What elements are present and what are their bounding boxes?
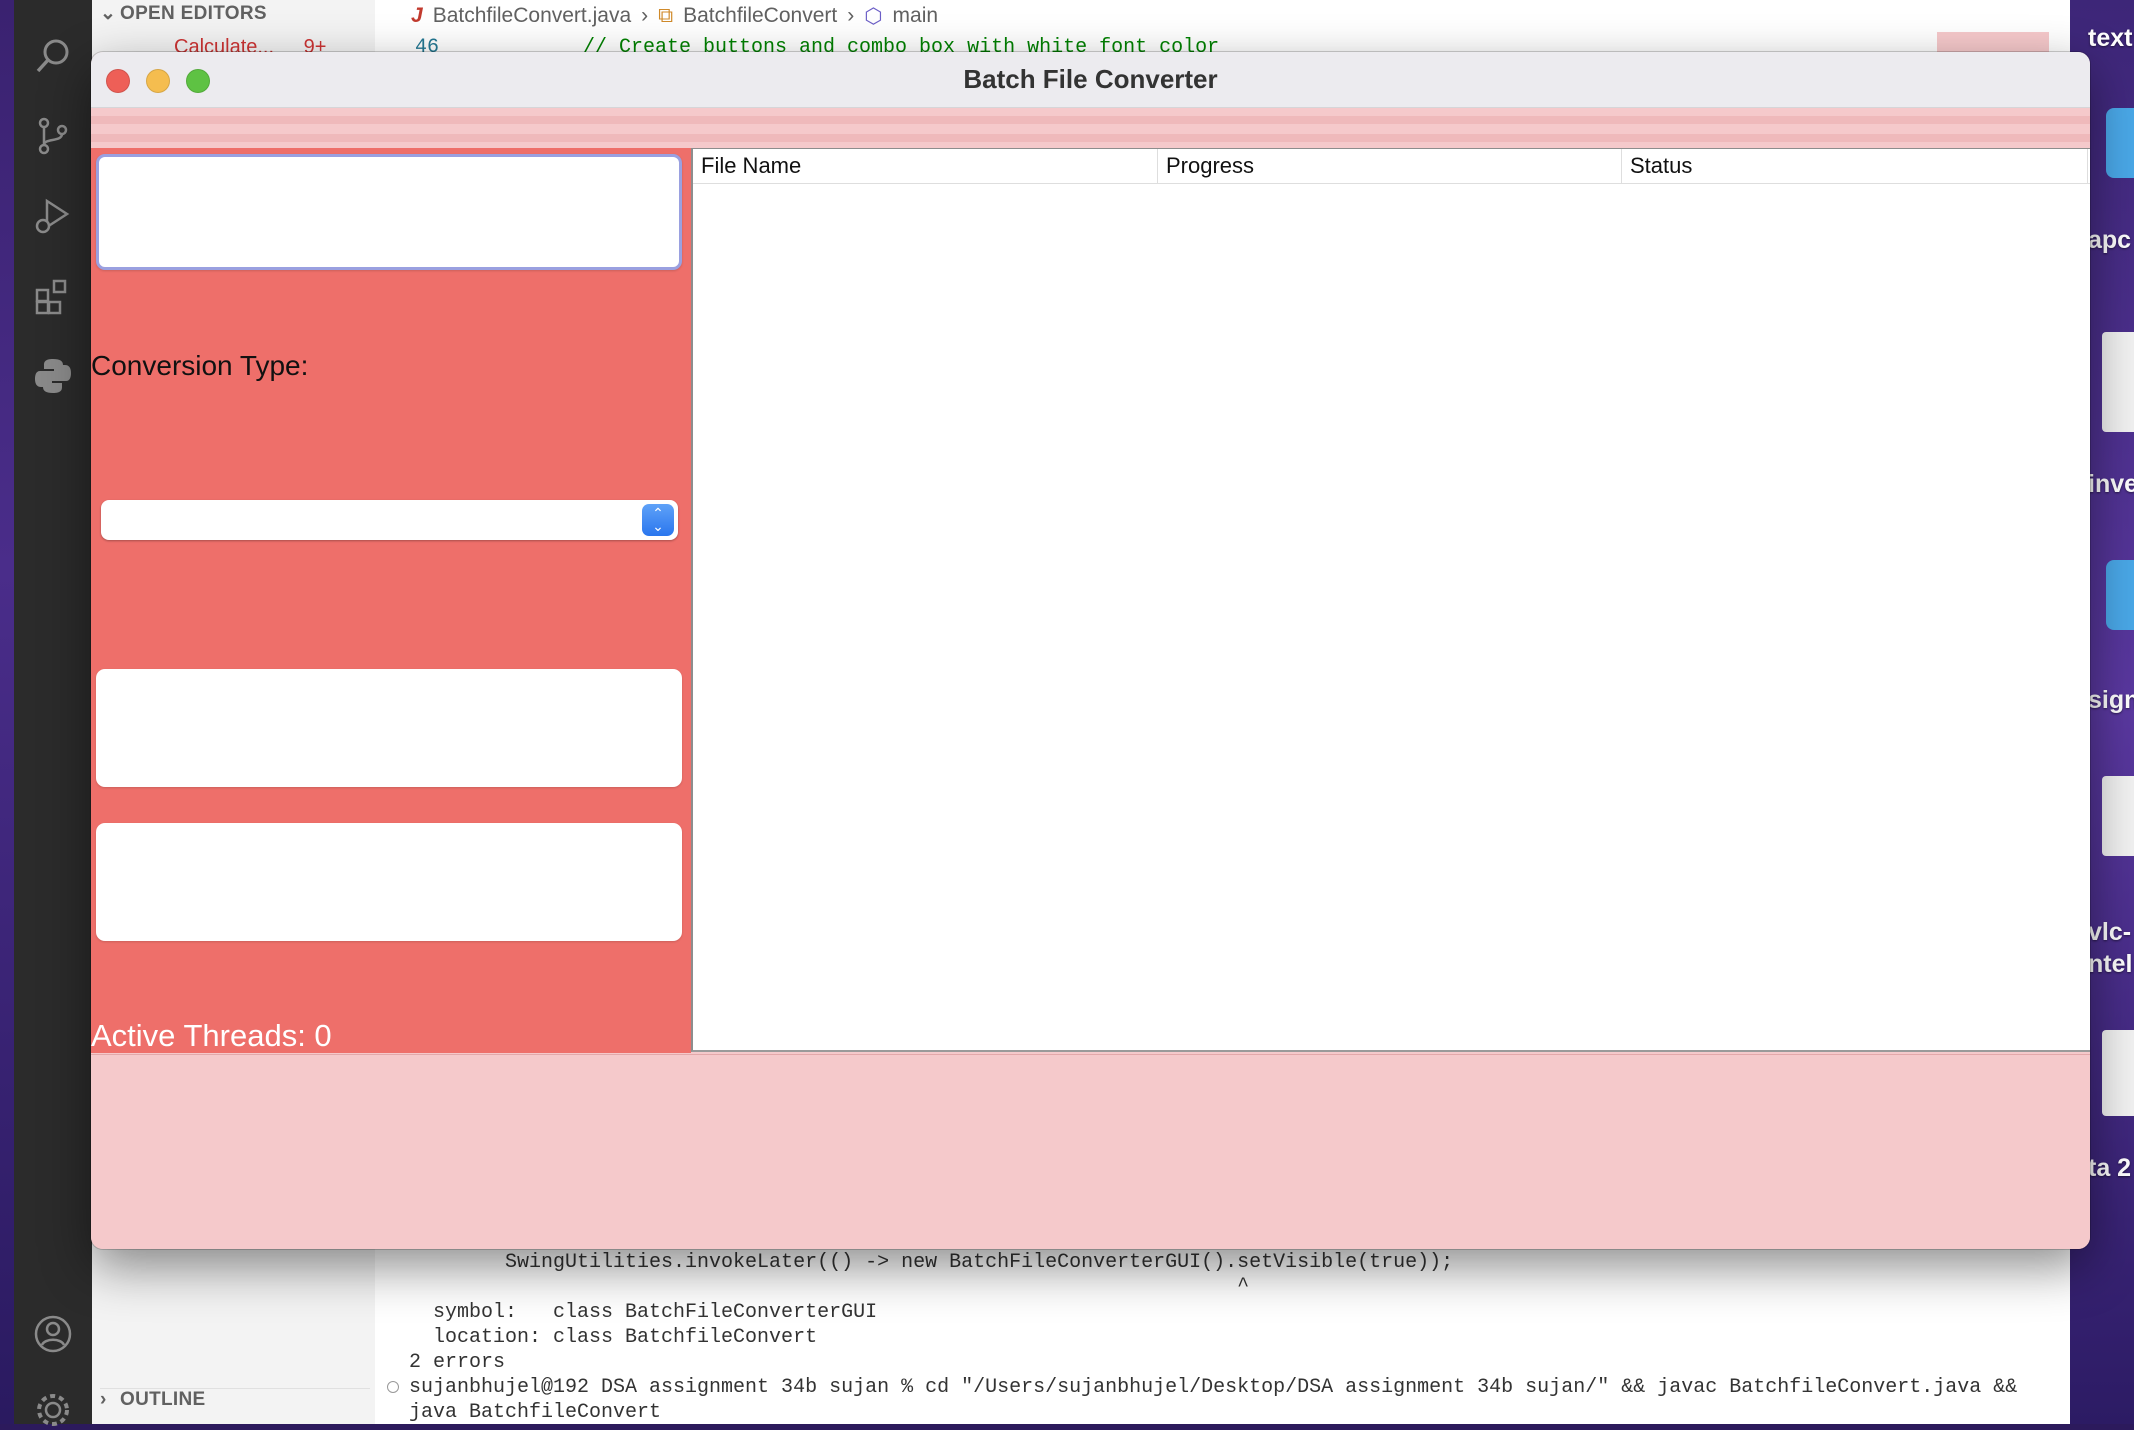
chevron-right-icon: › [100, 1389, 107, 1410]
column-header-file-name[interactable]: File Name [693, 149, 1158, 183]
class-icon: ⧉ [658, 4, 674, 27]
document-icon[interactable] [2102, 332, 2134, 432]
dropdown-stepper-icon[interactable]: ⌃ ⌄ [642, 504, 674, 536]
java-file-icon: J [411, 4, 423, 27]
folder-icon[interactable] [2106, 560, 2134, 630]
python-icon[interactable] [33, 356, 73, 396]
batch-file-converter-window: Batch File Converter Conversion Type: ⌃ ⌄… [91, 52, 2090, 1249]
minimap[interactable] [1937, 32, 2049, 52]
table-header: File Name Progress Status [693, 149, 2090, 184]
activity-bar [14, 0, 92, 1426]
document-icon[interactable] [2102, 776, 2134, 856]
breadcrumb-method[interactable]: main [893, 4, 939, 28]
outline-header[interactable]: › OUTLINE [100, 1388, 370, 1411]
source-control-icon[interactable] [33, 116, 73, 156]
window-titlebar[interactable]: Batch File Converter [91, 52, 2090, 108]
spreadsheet-icon[interactable] [2102, 1030, 2134, 1116]
divider [91, 116, 2090, 124]
desktop-item-label[interactable]: inve [2088, 470, 2134, 499]
open-editors-header[interactable]: ⌄ OPEN EDITORS [100, 2, 267, 25]
desktop-item-label[interactable]: apc [2088, 226, 2131, 255]
conversion-type-dropdown[interactable]: ⌃ ⌄ [101, 500, 678, 540]
column-header-status[interactable]: Status [1622, 149, 2088, 183]
desktop-item-label[interactable]: ntel [2088, 950, 2132, 979]
search-icon[interactable] [33, 36, 73, 76]
log-area[interactable] [91, 1054, 2090, 1249]
run-debug-icon[interactable] [33, 196, 73, 236]
breadcrumb: J BatchfileConvert.java › ⧉ BatchfileCon… [411, 2, 938, 30]
folder-icon[interactable] [2106, 108, 2134, 178]
terminal-line: sujanbhujel@192 DSA assignment 34b sujan… [409, 1376, 2018, 1399]
breadcrumb-file[interactable]: BatchfileConvert.java [433, 4, 631, 28]
chevron-right-icon: › [847, 4, 855, 27]
terminal-line: SwingUtilities.invokeLater(() -> new Bat… [409, 1251, 1454, 1274]
start-conversion-button[interactable] [96, 669, 682, 787]
desktop-item-label[interactable]: ta 2 [2088, 1154, 2131, 1183]
account-icon[interactable] [33, 1314, 73, 1354]
terminal-panel[interactable]: SwingUtilities.invokeLater(() -> new Bat… [375, 1240, 2070, 1424]
select-files-button[interactable] [96, 154, 682, 270]
desktop-left-edge [0, 0, 14, 1424]
active-threads-label: Active Threads: 0 [91, 1018, 332, 1053]
terminal-prompt-icon [387, 1381, 399, 1393]
breadcrumb-class[interactable]: BatchfileConvert [683, 4, 837, 28]
divider [91, 134, 2090, 142]
extensions-icon[interactable] [33, 276, 73, 316]
terminal-line: java BatchfileConvert [409, 1401, 662, 1424]
desktop-item-label[interactable]: vlc- [2088, 918, 2131, 947]
desktop-item-label[interactable]: text [2088, 24, 2132, 53]
terminal-line: 2 errors [409, 1351, 506, 1374]
chevron-down-icon: ⌄ [100, 3, 117, 24]
conversion-type-label: Conversion Type: [91, 350, 309, 381]
control-panel: Conversion Type: ⌃ ⌄ Active Threads: 0 [91, 148, 691, 1053]
file-table[interactable]: File Name Progress Status [691, 148, 2090, 1052]
desktop-item-label[interactable]: sign [2088, 686, 2134, 715]
settings-gear-icon[interactable] [33, 1390, 73, 1430]
terminal-line: location: class BatchfileConvert [409, 1326, 818, 1349]
method-icon: ⬡ [864, 4, 883, 28]
chevron-right-icon: › [641, 4, 649, 27]
window-title: Batch File Converter [963, 64, 1218, 94]
column-header-progress[interactable]: Progress [1158, 149, 1622, 183]
terminal-line: symbol: class BatchFileConverterGUI [409, 1301, 878, 1324]
cancel-conversion-button[interactable] [96, 823, 682, 941]
terminal-line: ^ [409, 1275, 1250, 1298]
